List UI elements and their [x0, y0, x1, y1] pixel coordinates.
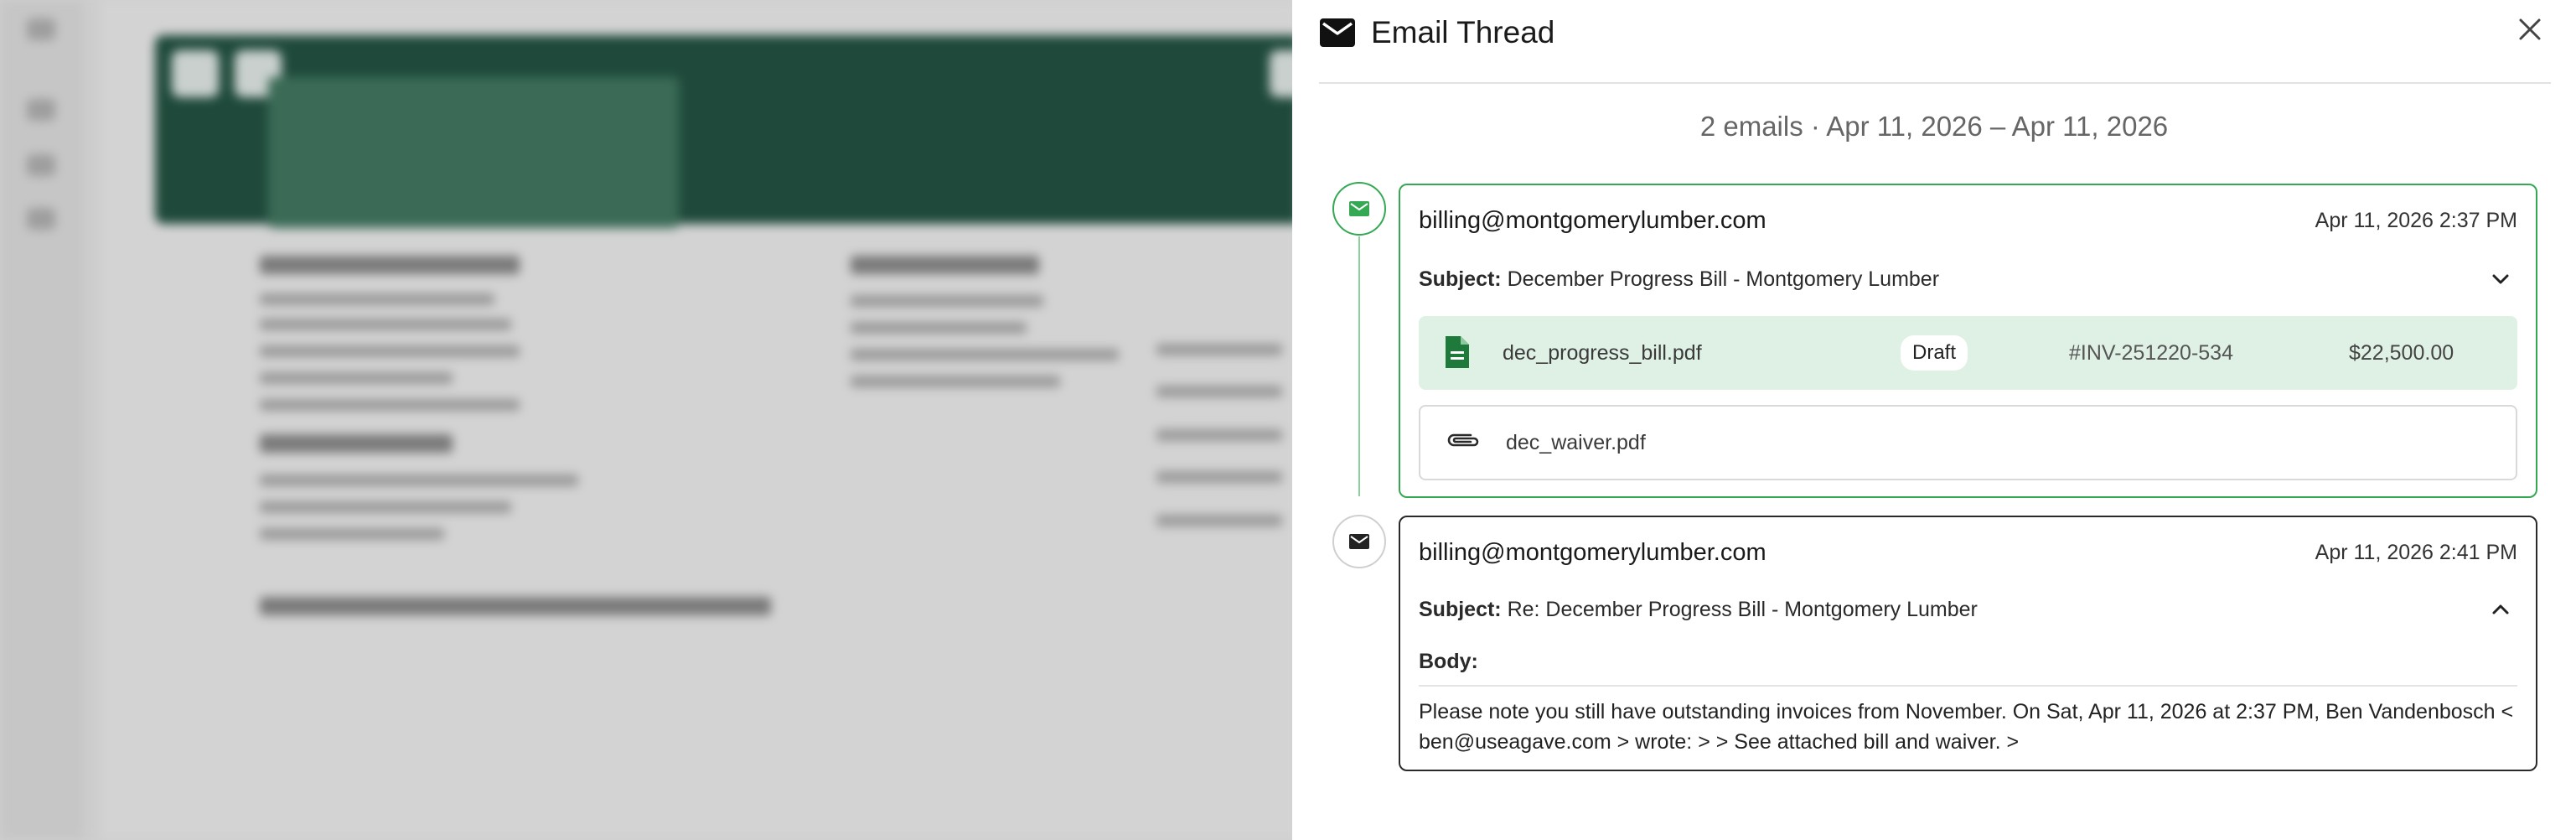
- expand-toggle-button[interactable]: [2484, 262, 2517, 296]
- subject-label: Subject:: [1419, 597, 1502, 621]
- email-body: Please note you still have outstanding i…: [1419, 700, 2514, 754]
- paperclip-icon: [1446, 430, 1482, 454]
- subject-label: Subject:: [1419, 267, 1502, 291]
- close-button[interactable]: [2509, 8, 2551, 50]
- subject-text: December Progress Bill - Montgomery Lumb…: [1507, 267, 1940, 291]
- timeline-connector: [1358, 236, 1360, 496]
- email-sender: billing@montgomerylumber.com: [1419, 538, 1766, 566]
- background-sidebar: [0, 0, 84, 840]
- email-thread-panel: Email Thread 2 emails · Apr 11, 2026 – A…: [1292, 0, 2576, 840]
- collapse-toggle-button[interactable]: [2484, 593, 2517, 626]
- background-app: [0, 0, 1299, 840]
- email-card[interactable]: billing@montgomerylumber.com Apr 11, 202…: [1399, 516, 2537, 771]
- timeline-mail-icon: [1332, 182, 1386, 236]
- status-badge: Draft: [1901, 335, 1968, 371]
- panel-title: Email Thread: [1371, 15, 1555, 49]
- email-subject: Subject: Re: December Progress Bill - Mo…: [1419, 598, 1978, 622]
- subject-text: Re: December Progress Bill - Montgomery …: [1507, 597, 1978, 621]
- mail-icon: [1319, 14, 1356, 51]
- email-timestamp: Apr 11, 2026 2:41 PM: [2315, 540, 2517, 564]
- attachment-filename: dec_waiver.pdf: [1506, 430, 1646, 454]
- background-invoice-header: [155, 35, 1299, 228]
- thread-summary: 2 emails · Apr 11, 2026 – Apr 11, 2026: [1699, 111, 2169, 142]
- chevron-up-icon: [2492, 604, 2509, 614]
- close-icon: [2519, 18, 2541, 40]
- email-subject: Subject: December Progress Bill - Montgo…: [1419, 267, 1939, 292]
- invoice-amount: $22,500.00: [2349, 340, 2454, 365]
- panel-header: Email Thread: [1319, 0, 2551, 84]
- body-divider: [1419, 685, 2517, 687]
- attachment-filename: dec_progress_bill.pdf: [1503, 340, 1702, 365]
- body-label: Body:: [1419, 649, 1478, 673]
- email-sender: billing@montgomerylumber.com: [1419, 206, 1766, 234]
- timeline-mail-icon: [1332, 515, 1386, 568]
- invoice-number: #INV-251220-534: [2069, 340, 2233, 365]
- chevron-down-icon: [2492, 274, 2509, 284]
- attachment-bill[interactable]: dec_progress_bill.pdf Draft #INV-251220-…: [1419, 316, 2517, 390]
- email-card[interactable]: billing@montgomerylumber.com Apr 11, 202…: [1399, 184, 2537, 498]
- attachment-waiver[interactable]: dec_waiver.pdf: [1419, 405, 2517, 480]
- email-timestamp: Apr 11, 2026 2:37 PM: [2315, 208, 2517, 232]
- file-icon: [1444, 334, 1471, 374]
